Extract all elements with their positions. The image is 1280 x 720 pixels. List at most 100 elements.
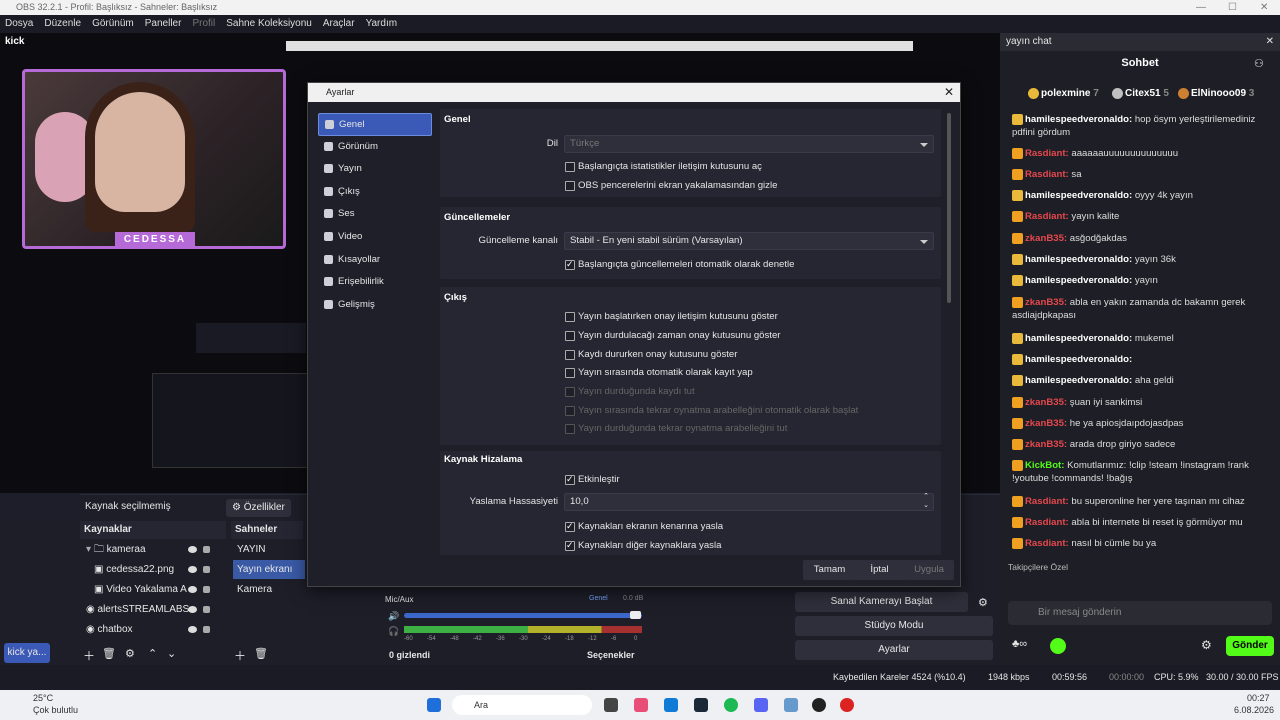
chk-hide-from-capture[interactable]: OBS pencerelerini ekran yakalamasından g… bbox=[565, 180, 777, 192]
source-item[interactable]: ▾ 🗀 kameraa bbox=[86, 540, 226, 559]
chk-keep-replay-buffer[interactable]: Yayın durduğunda tekrar oynatma arabelle… bbox=[565, 423, 787, 435]
ok-button[interactable]: Tamam bbox=[803, 560, 856, 580]
lock-icon[interactable] bbox=[203, 626, 210, 633]
chat-username[interactable]: zkanB35: bbox=[1025, 439, 1067, 450]
chat-username[interactable]: hamilespeedveronaldo: bbox=[1025, 275, 1132, 286]
chat-username[interactable]: Rasdiant: bbox=[1025, 148, 1069, 159]
nav-stream[interactable]: Yayın bbox=[318, 158, 432, 181]
move-up-icon[interactable]: ⌃ bbox=[148, 647, 157, 660]
source-item[interactable]: ◉ alertsSTREAMLABS bbox=[86, 600, 226, 619]
source-settings-icon[interactable]: ⚙ bbox=[125, 647, 135, 660]
menu-profile[interactable]: Profil bbox=[192, 15, 215, 33]
search-box[interactable]: Ara bbox=[452, 695, 592, 715]
chk-confirm-stop-record[interactable]: Kaydı dururken onay kutusunu göster bbox=[565, 349, 737, 361]
chk-keep-recording[interactable]: Yayın durduğunda kaydı tut bbox=[565, 386, 695, 398]
lock-icon[interactable] bbox=[203, 586, 210, 593]
chat-username[interactable]: Rasdiant: bbox=[1025, 496, 1069, 507]
mixer-device[interactable]: Genel bbox=[589, 595, 608, 602]
remove-source-icon[interactable]: 🗑 bbox=[102, 647, 116, 660]
scene-item[interactable]: Kamera bbox=[233, 580, 305, 599]
scene-item[interactable]: YAYIN BAŞLIYOR bbox=[233, 540, 305, 574]
chk-open-stats-on-startup[interactable]: Başlangıçta istatistikler iletişim kutus… bbox=[565, 161, 762, 173]
chk-confirm-stop-stream[interactable]: Yayın durdulacağı zaman onay kutusunu gö… bbox=[565, 330, 781, 342]
chat-username[interactable]: KickBot: bbox=[1025, 460, 1064, 471]
chat-settings-icon[interactable]: ⚙ bbox=[1201, 638, 1212, 652]
chk-auto-check-updates[interactable]: Başlangıçta güncellemeleri otomatik olar… bbox=[565, 258, 795, 271]
snap-sensitivity-spinbox[interactable]: 10,0 ⌃ ⌄ bbox=[564, 493, 934, 511]
copilot-icon[interactable] bbox=[634, 698, 648, 712]
source-item[interactable]: ◉ chatbox bbox=[86, 620, 226, 639]
lock-icon[interactable] bbox=[203, 606, 210, 613]
menu-docks[interactable]: Paneller bbox=[145, 15, 182, 33]
chat-username[interactable]: Rasdiant: bbox=[1025, 538, 1069, 549]
eye-icon[interactable] bbox=[188, 606, 197, 613]
chat-username[interactable]: Rasdiant: bbox=[1025, 169, 1069, 180]
apply-button[interactable]: Uygula bbox=[904, 560, 954, 580]
speaker-icon[interactable]: 🔊 bbox=[388, 611, 399, 622]
volume-slider[interactable] bbox=[404, 613, 642, 618]
language-select[interactable]: Türkçe bbox=[564, 135, 934, 153]
eye-icon[interactable] bbox=[188, 586, 197, 593]
chat-username[interactable]: hamilespeedveronaldo: bbox=[1025, 190, 1132, 201]
task-view-icon[interactable] bbox=[604, 698, 618, 712]
minimize-icon[interactable]: — bbox=[1196, 0, 1206, 15]
menu-tools[interactable]: Araçlar bbox=[323, 15, 355, 33]
chat-message-input[interactable]: Bir mesaj gönderin bbox=[1008, 601, 1272, 625]
discord-icon[interactable] bbox=[754, 698, 768, 712]
chat-username[interactable]: zkanB35: bbox=[1025, 418, 1067, 429]
dialog-close-icon[interactable]: ✕ bbox=[944, 83, 954, 102]
menu-file[interactable]: Dosya bbox=[5, 15, 33, 33]
remove-scene-icon[interactable]: 🗑 bbox=[254, 647, 268, 660]
maximize-icon[interactable]: ☐ bbox=[1228, 0, 1237, 15]
menu-help[interactable]: Yardım bbox=[366, 15, 398, 33]
chk-auto-record[interactable]: Yayın sırasında otomatik olarak kayıt ya… bbox=[565, 367, 753, 379]
chk-snap-to-edges[interactable]: Kaynakları ekranın kenarına yasla bbox=[565, 520, 723, 533]
chat-username[interactable]: zkanB35: bbox=[1025, 233, 1067, 244]
chk-snap-to-sources[interactable]: Kaynakları diğer kaynaklara yasla bbox=[565, 539, 721, 552]
collapse-arrow-icon[interactable]: ▾ bbox=[86, 544, 94, 555]
steam-icon[interactable] bbox=[694, 698, 708, 712]
windows-start-icon[interactable] bbox=[427, 698, 441, 712]
close-icon[interactable]: ✕ bbox=[1260, 0, 1268, 15]
nav-video[interactable]: Video bbox=[318, 226, 432, 249]
settings-scrollbar[interactable] bbox=[947, 113, 951, 303]
emote-icon[interactable]: ♣∞ bbox=[1012, 638, 1027, 650]
menu-view[interactable]: Görünüm bbox=[92, 15, 134, 33]
lock-icon[interactable] bbox=[203, 566, 210, 573]
source-item[interactable]: ▣ Video Yakalama A bbox=[94, 580, 226, 599]
nav-general[interactable]: Genel bbox=[318, 113, 432, 136]
scene-item-selected[interactable]: Yayın ekranı bbox=[233, 560, 305, 579]
eye-icon[interactable] bbox=[188, 626, 197, 633]
app-icon[interactable] bbox=[784, 698, 798, 712]
kick-icon[interactable] bbox=[1050, 638, 1066, 654]
nav-audio[interactable]: Ses bbox=[318, 203, 432, 226]
chat-username[interactable]: Rasdiant: bbox=[1025, 517, 1069, 528]
virtual-camera-settings-icon[interactable]: ⚙ bbox=[978, 596, 988, 609]
eye-icon[interactable] bbox=[188, 566, 197, 573]
chk-auto-replay-buffer[interactable]: Yayın sırasında tekrar oynatma arabelleğ… bbox=[565, 405, 858, 417]
nav-output[interactable]: Çıkış bbox=[318, 181, 432, 204]
chat-username[interactable]: hamilespeedveronaldo: bbox=[1025, 333, 1132, 344]
nav-appearance[interactable]: Görünüm bbox=[318, 136, 432, 159]
obs-icon[interactable] bbox=[812, 698, 826, 712]
user-settings-icon[interactable]: ⚇ bbox=[1254, 57, 1264, 70]
eye-icon[interactable] bbox=[188, 546, 197, 553]
start-virtual-camera-button[interactable]: Sanal Kamerayı Başlat bbox=[795, 592, 968, 612]
mixer-options-button[interactable]: Seçenekler bbox=[587, 650, 635, 660]
add-scene-icon[interactable]: ＋ bbox=[234, 647, 246, 664]
chat-username[interactable]: zkanB35: bbox=[1025, 297, 1067, 308]
chat-username[interactable]: zkanB35: bbox=[1025, 397, 1067, 408]
send-button[interactable]: Gönder bbox=[1226, 636, 1274, 656]
cancel-button[interactable]: İptal bbox=[853, 560, 906, 580]
menu-edit[interactable]: Düzenle bbox=[44, 15, 81, 33]
chk-enable-snapping[interactable]: Etkinleştir bbox=[565, 473, 620, 486]
menu-scene-collection[interactable]: Sahne Koleksiyonu bbox=[226, 15, 312, 33]
taskbar-tab-kick[interactable]: kick ya... bbox=[4, 643, 50, 663]
lock-icon[interactable] bbox=[203, 546, 210, 553]
source-item[interactable]: ▣ cedessa22.png bbox=[94, 560, 226, 579]
edge-icon[interactable] bbox=[664, 698, 678, 712]
add-source-icon[interactable]: ＋ bbox=[83, 647, 95, 664]
nav-advanced[interactable]: Gelişmiş bbox=[318, 294, 432, 317]
headphone-icon[interactable]: 🎧 bbox=[388, 626, 399, 637]
chat-username[interactable]: Rasdiant: bbox=[1025, 211, 1069, 222]
